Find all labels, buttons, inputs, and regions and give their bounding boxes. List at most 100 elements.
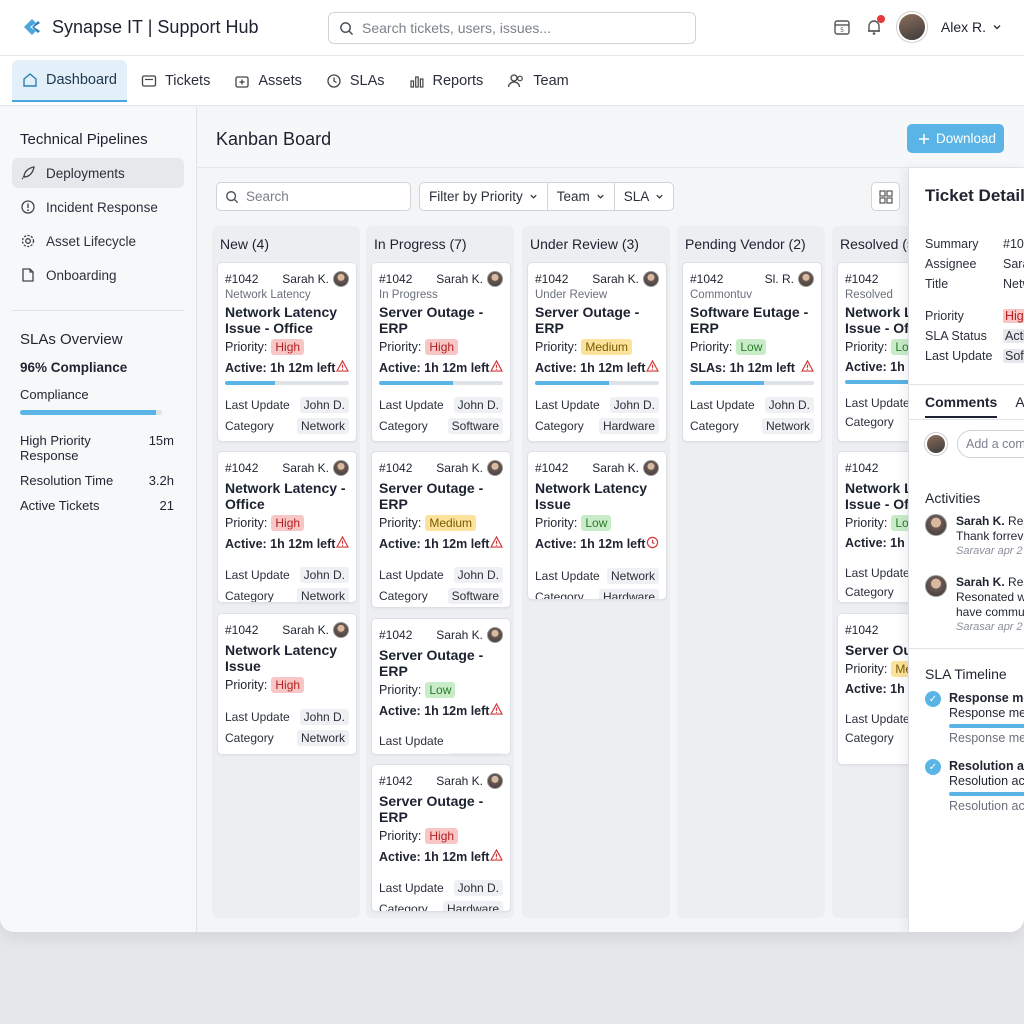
category-row: Category Network xyxy=(225,418,349,434)
nav-slas[interactable]: SLAs xyxy=(316,60,395,102)
category-row: Category Software xyxy=(379,588,503,604)
priority-label: Priority: xyxy=(379,683,422,697)
nav-dashboard[interactable]: Dashboard xyxy=(12,59,127,102)
sla-active-text: Active: 1h 12m left xyxy=(535,537,646,551)
priority-badge: Low xyxy=(425,682,456,698)
nav-tickets[interactable]: Tickets xyxy=(131,60,220,102)
card-header: #1042 Sarah K. xyxy=(535,459,659,477)
avatar xyxy=(487,460,503,476)
sla-active-row: SLAs: 1h 12m left xyxy=(690,359,815,375)
detail-value: Sarah K. xyxy=(1003,257,1024,271)
ticket-card[interactable]: #1042 Sarah K. Server Outage - ERP Priority… xyxy=(371,764,511,912)
ticket-card[interactable]: #1042 Sarah K. Network Latency - Office Pri… xyxy=(217,451,357,603)
sla-compliance-headline: 96% Compliance xyxy=(20,360,128,375)
activity-action: Responded xyxy=(1008,575,1024,589)
category-value: Network xyxy=(296,730,349,746)
global-search-placeholder: Search tickets, users, issues... xyxy=(362,20,552,36)
priority-label: Priority: xyxy=(690,340,733,354)
detail-key: Assignee xyxy=(925,257,977,271)
tab-activity[interactable]: Activity xyxy=(1015,394,1024,410)
download-button[interactable]: Download xyxy=(907,124,1004,153)
nav-reports[interactable]: Reports xyxy=(399,60,494,102)
card-assignee: Sarah K. xyxy=(436,773,503,789)
user-menu[interactable]: Alex R. xyxy=(941,19,1002,35)
ticket-card[interactable]: #1042 Sarah K. Server Outage - ERP Priority… xyxy=(371,618,511,755)
warning-icon xyxy=(489,359,504,375)
category-label: Category xyxy=(845,415,894,429)
notification-bell-icon[interactable] xyxy=(865,15,885,36)
detail-divider xyxy=(909,648,1024,649)
sidebar-item-onboarding[interactable]: Onboarding xyxy=(12,260,184,290)
last-update-label: Last Update xyxy=(379,734,444,748)
filter-team-dropdown[interactable]: Team xyxy=(548,183,615,210)
ticket-card[interactable]: #1042 Sarah K. Network Latency Network Late… xyxy=(217,262,357,442)
priority-row: Priority: High xyxy=(225,339,349,355)
card-spacer xyxy=(379,718,503,722)
ticket-card[interactable]: #1042 Sarah K. In Progress Server Outage - … xyxy=(371,262,511,442)
brand[interactable]: Synapse IT | Support Hub xyxy=(20,15,259,39)
nav-assets[interactable]: Assets xyxy=(224,60,312,102)
ticket-card[interactable]: #1042 Sarah K. Server Outage - ERP Priority… xyxy=(371,451,511,608)
ticket-title: Network Latency - Office xyxy=(225,480,346,512)
global-search-input[interactable]: Search tickets, users, issues... xyxy=(328,12,696,44)
last-update-label: Last Update xyxy=(225,568,290,582)
sidebar-item-label: Onboarding xyxy=(46,267,117,283)
assignee-name: Sarah K. xyxy=(436,272,483,286)
ticket-card[interactable]: #1042 Sarah K. Network Latency Issue Priori… xyxy=(217,613,357,755)
sidebar-item-asset-lifecycle[interactable]: Asset Lifecycle xyxy=(12,226,184,256)
sla-active-text: SLAs: 1h 12m left xyxy=(690,360,795,375)
avatar xyxy=(643,271,659,287)
ticket-status: Commontuv xyxy=(690,289,752,301)
activity-text: Thank forrevew xyxy=(956,529,1024,543)
priority-label: Priority: xyxy=(535,340,578,354)
activity-avatar xyxy=(925,514,947,536)
sla-row-value: 21 xyxy=(159,498,174,513)
sidebar-title: Technical Pipelines xyxy=(20,131,148,148)
ticket-id: #1042 xyxy=(690,272,724,286)
priority-row: Priority:Medium xyxy=(535,339,659,355)
warning-icon xyxy=(335,359,350,372)
sla-row-high-priority: High Priority Response 15m xyxy=(20,433,174,463)
last-update-value: John D. xyxy=(453,880,503,896)
comment-input[interactable]: Add a comment xyxy=(957,430,1024,458)
filter-sla-dropdown[interactable]: SLA xyxy=(615,183,674,210)
assignee-name: Sarah K. xyxy=(282,623,329,637)
assignee-name: Sarah K. xyxy=(592,272,639,286)
board-search-input[interactable]: Search xyxy=(216,182,411,211)
detail-field-priority: Priority High xyxy=(925,309,1024,323)
sla-compliance-label-row: Compliance xyxy=(20,387,174,402)
sla-overview-title: SLAs Overview xyxy=(20,331,123,348)
last-update-label: Last Update xyxy=(845,396,910,410)
warning-icon xyxy=(489,535,504,551)
ticket-card[interactable]: #1042 Sarah K. Network Latency Issue Priori… xyxy=(527,451,667,600)
sla-active-text: Active: 1h 12m left xyxy=(379,849,490,864)
detail-key: Last Update xyxy=(925,349,993,363)
ticket-title: Server Outage - ERP xyxy=(535,304,640,336)
category-row: Category Network xyxy=(225,730,349,746)
sidebar-item-deployments[interactable]: Deployments xyxy=(12,158,184,188)
ticket-card[interactable]: #1042 Sarah K. Under Review Server Outage -… xyxy=(527,262,667,442)
card-spacer xyxy=(225,693,349,697)
ticket-id: #1042 xyxy=(845,272,879,286)
sidebar-item-incident-response[interactable]: Incident Response xyxy=(12,192,184,222)
filter-priority-dropdown[interactable]: Filter by Priority xyxy=(420,183,548,210)
warning-icon xyxy=(645,359,660,372)
sla-active-row: Active: 1h 12m left xyxy=(225,359,350,375)
last-update-row: Last Update John D. xyxy=(535,397,659,413)
view-toggle-button[interactable] xyxy=(871,182,900,211)
ticket-card[interactable]: #1042 Sl. R. Commontuv Software Eutage - ER… xyxy=(682,262,822,442)
tab-comments[interactable]: Comments xyxy=(925,394,998,418)
ticket-title: Network Latency Issue - Office xyxy=(225,304,338,336)
assignee-name: Sarah K. xyxy=(282,272,329,286)
user-avatar[interactable] xyxy=(896,12,927,42)
detail-field-assignee: Assignee Sarah K. xyxy=(925,257,1024,271)
category-value: Software xyxy=(447,753,503,754)
app-name: Synapse IT xyxy=(52,16,143,37)
avatar xyxy=(487,627,503,643)
warning-icon xyxy=(800,359,815,372)
calendar-icon[interactable]: 5 xyxy=(833,18,851,36)
avatar xyxy=(643,460,659,476)
nav-team[interactable]: Team xyxy=(497,60,578,102)
card-assignee: Sarah K. xyxy=(436,271,503,287)
last-update-row: Last Update xyxy=(379,734,503,748)
